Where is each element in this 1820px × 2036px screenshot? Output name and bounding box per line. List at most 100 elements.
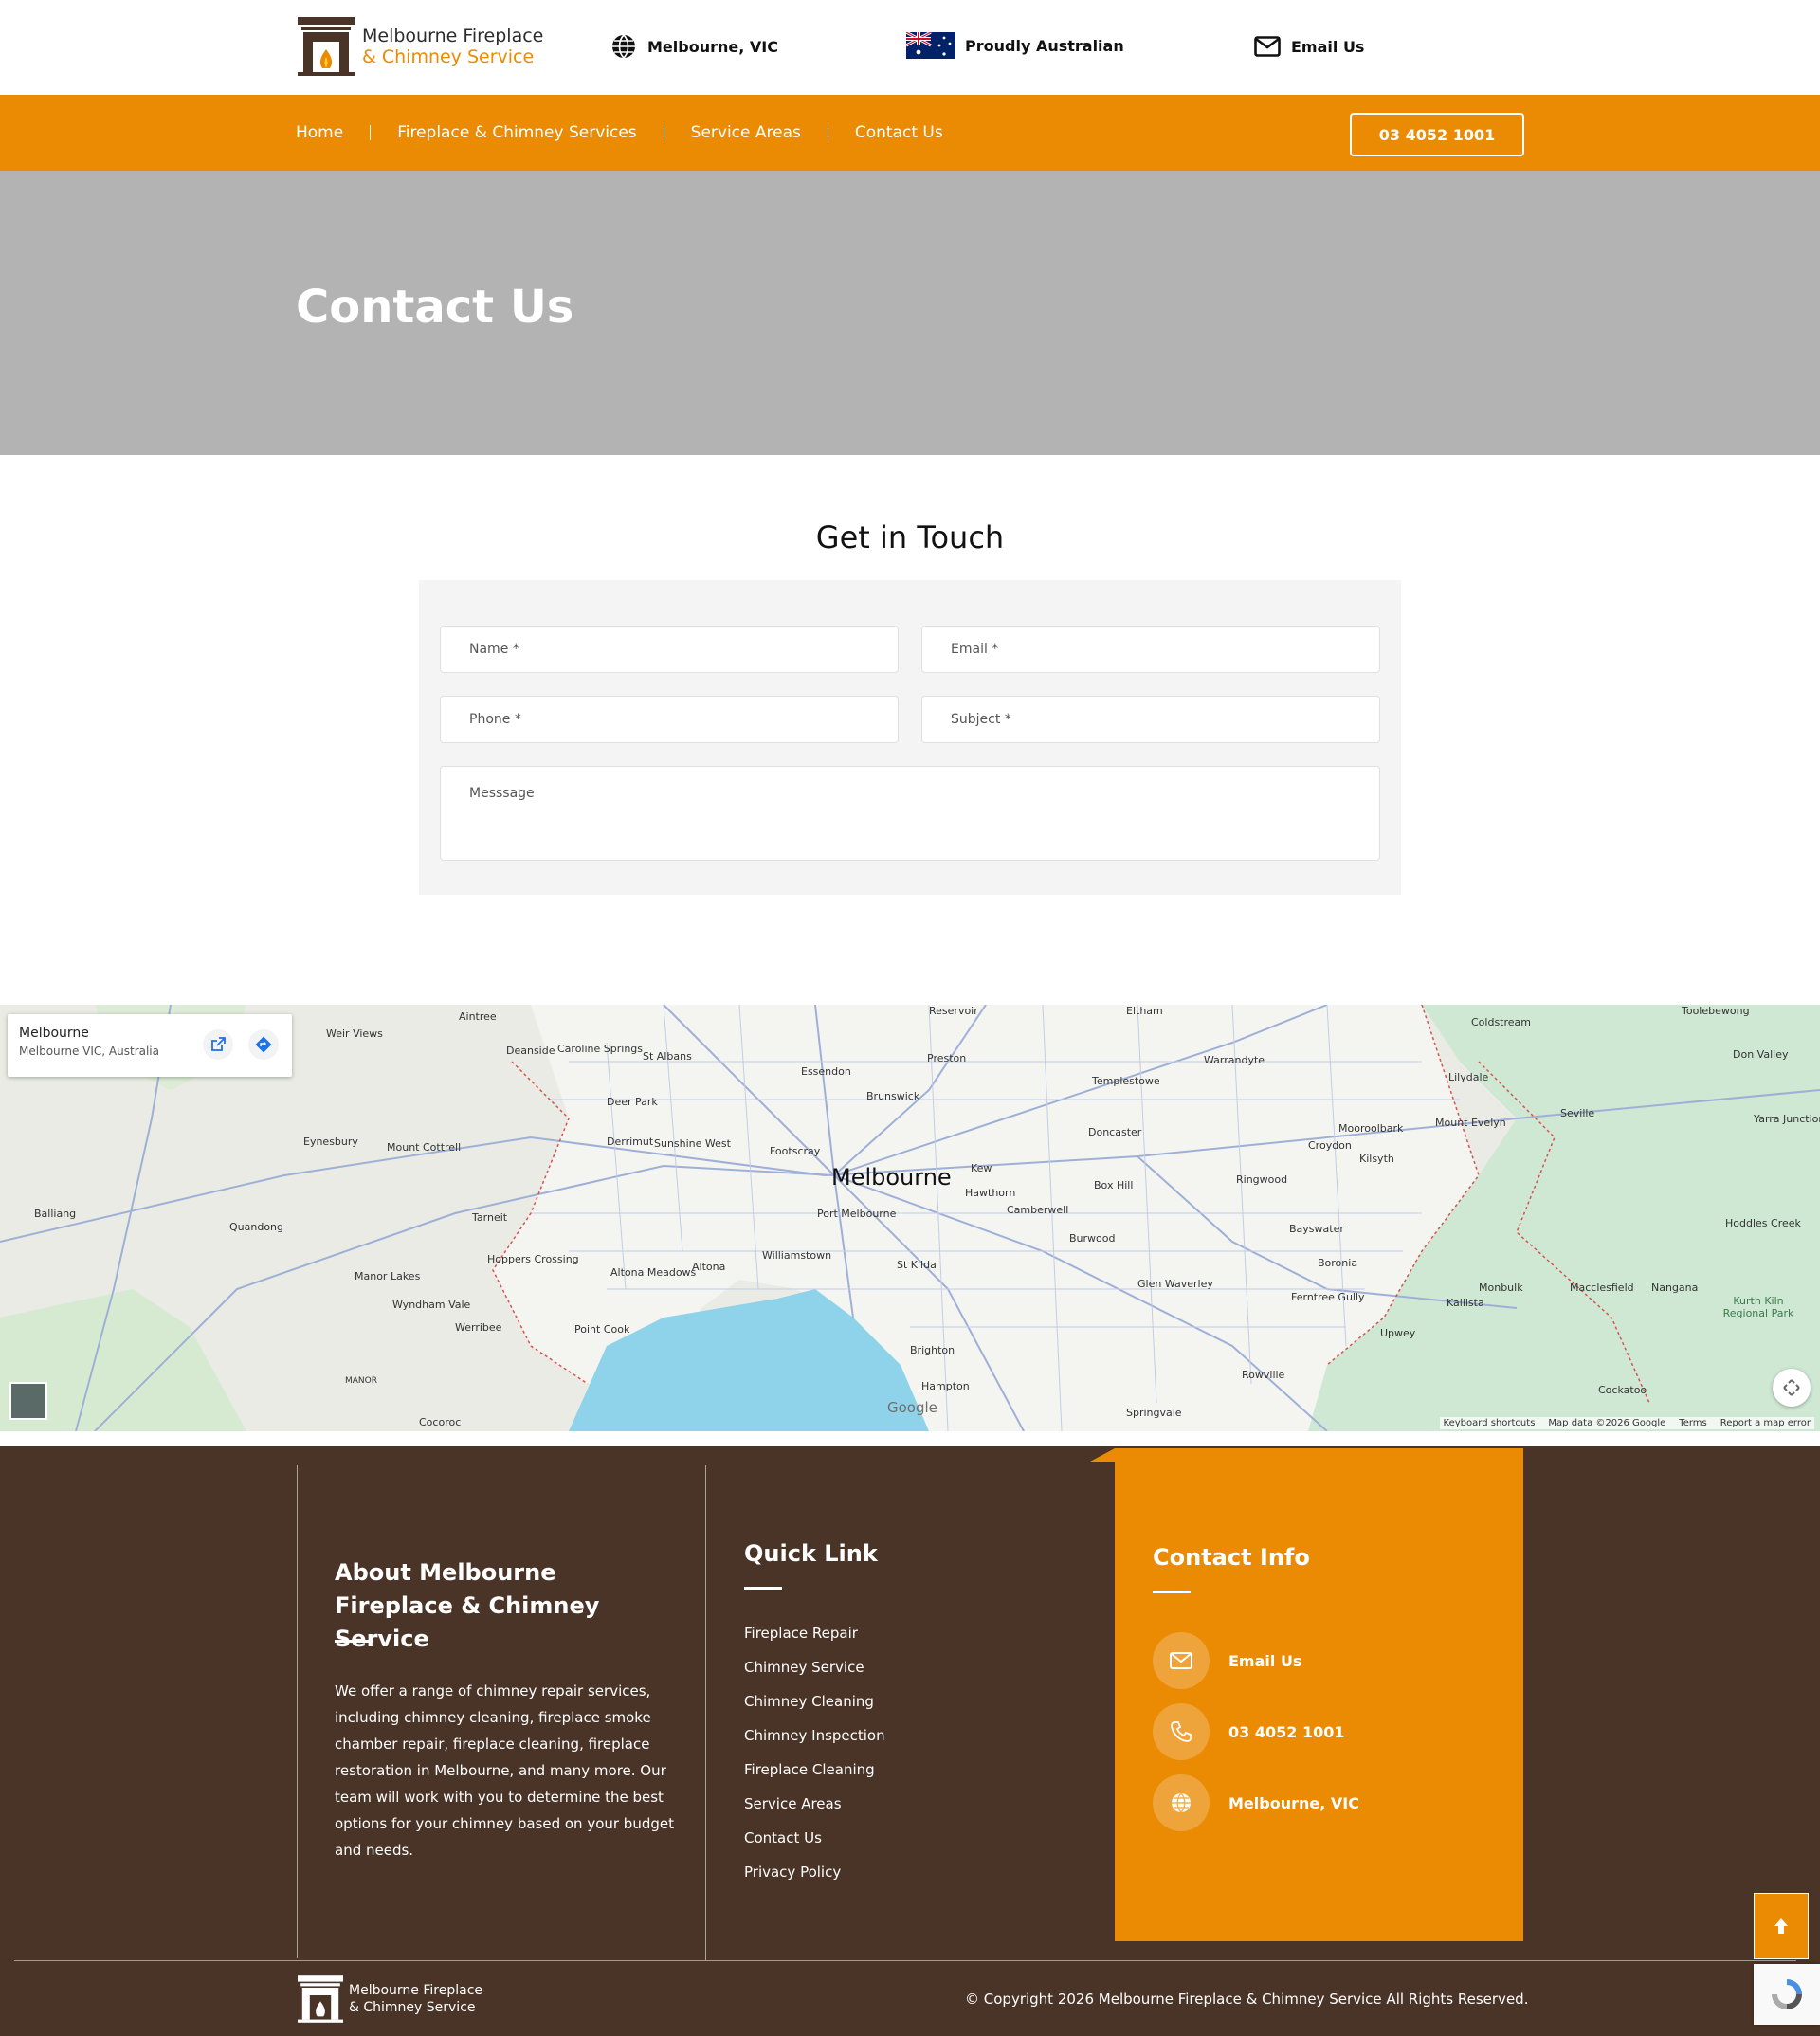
keyboard-shortcuts-link[interactable]: Keyboard shortcuts: [1444, 1418, 1536, 1428]
footer-link-fireplace-cleaning[interactable]: Fireplace Cleaning: [744, 1761, 875, 1778]
map-place: Sunshine West: [654, 1137, 731, 1150]
map-place: Manor Lakes: [355, 1270, 421, 1282]
fullscreen-icon[interactable]: [1773, 1369, 1811, 1407]
footer-link-service-areas[interactable]: Service Areas: [744, 1795, 842, 1812]
email-input[interactable]: Email *: [921, 626, 1380, 673]
recaptcha-badge[interactable]: [1754, 1964, 1820, 2025]
map-place: Brighton: [910, 1344, 956, 1356]
footer-link-chimney-service[interactable]: Chimney Service: [744, 1659, 864, 1676]
globe-icon: [610, 32, 638, 61]
map-place: Ringwood: [1236, 1173, 1288, 1186]
map-place: Williamstown: [762, 1249, 832, 1262]
logo-name-line1: Melbourne Fireplace: [362, 26, 544, 46]
map-city-label: Melbourne: [831, 1164, 952, 1191]
terms-link[interactable]: Terms: [1679, 1418, 1706, 1428]
heading-underline: [335, 1640, 373, 1643]
top-email-text[interactable]: Email Us: [1291, 38, 1364, 56]
map-place: Reservoir: [929, 1005, 978, 1017]
map-place: Caroline Springs: [557, 1043, 644, 1055]
map-place: St Albans: [643, 1050, 692, 1063]
heading-underline: [1153, 1591, 1191, 1593]
map-place: Upwey: [1380, 1327, 1416, 1339]
directions-icon[interactable]: [248, 1029, 279, 1060]
page-title: Contact Us: [296, 281, 574, 334]
map-place: Wyndham Vale: [392, 1299, 471, 1311]
mail-icon: [1253, 32, 1282, 61]
map-place: Deanside: [506, 1045, 555, 1057]
nav-home[interactable]: Home: [296, 123, 343, 142]
map-place: Hoppers Crossing: [487, 1253, 579, 1265]
map-place: Eltham: [1126, 1005, 1163, 1017]
open-in-maps-icon[interactable]: [203, 1029, 233, 1060]
contact-phone[interactable]: 03 4052 1001: [1153, 1703, 1344, 1760]
message-textarea[interactable]: Messsage: [440, 766, 1380, 861]
map-place: Kurth Kiln Regional Park: [1722, 1295, 1794, 1319]
report-error-link[interactable]: Report a map error: [1720, 1418, 1811, 1428]
map-place: Point Cook: [574, 1323, 630, 1336]
footer-link-chimney-inspection[interactable]: Chimney Inspection: [744, 1727, 885, 1744]
map-place: Camberwell: [1007, 1204, 1069, 1216]
footer-divider: [14, 1960, 1796, 1961]
top-location: Melbourne, VIC: [610, 32, 778, 61]
map-place: Mooroolbark: [1338, 1122, 1404, 1135]
map-place: Don Valley: [1733, 1048, 1789, 1061]
map-place: Derrimut: [607, 1136, 654, 1148]
site-logo[interactable]: Melbourne Fireplace & Chimney Service: [298, 17, 543, 76]
nav-services[interactable]: Fireplace & Chimney Services: [397, 123, 636, 142]
phone-button[interactable]: 03 4052 1001: [1350, 113, 1524, 156]
map-place: Port Melbourne: [817, 1208, 897, 1220]
footer-logo[interactable]: Melbourne Fireplace & Chimney Service: [298, 1975, 482, 2023]
top-bar: Melbourne Fireplace & Chimney Service Me…: [0, 0, 1820, 95]
map-place: Monbulk: [1479, 1282, 1523, 1294]
map-place: Box Hill: [1094, 1179, 1134, 1191]
nav-service-areas[interactable]: Service Areas: [691, 123, 801, 142]
back-to-top-button[interactable]: [1754, 1893, 1809, 1959]
map-place: Ferntree Gully: [1291, 1291, 1365, 1303]
map-place: Altona Meadows: [610, 1266, 697, 1279]
nav-contact[interactable]: Contact Us: [855, 123, 943, 142]
phone-input[interactable]: Phone *: [440, 696, 899, 743]
map-place: Seville: [1560, 1107, 1595, 1119]
main-nav: Home Fireplace & Chimney Services Servic…: [0, 95, 1820, 171]
map-place: Altona: [692, 1261, 726, 1273]
site-footer: About Melbourne Fireplace & Chimney Serv…: [0, 1446, 1820, 2036]
map-place: Macclesfield: [1570, 1282, 1634, 1294]
footer-link-privacy-policy[interactable]: Privacy Policy: [744, 1863, 841, 1881]
subject-input[interactable]: Subject *: [921, 696, 1380, 743]
map-place: Doncaster: [1088, 1126, 1142, 1138]
map-place: Aintree: [459, 1010, 497, 1023]
about-text: We offer a range of chimney repair servi…: [335, 1682, 674, 1859]
map-place: Hoddles Creek: [1725, 1217, 1801, 1229]
contact-phone-text[interactable]: 03 4052 1001: [1228, 1723, 1344, 1741]
footer-link-fireplace-repair[interactable]: Fireplace Repair: [744, 1625, 858, 1642]
map-place: Warrandyte: [1204, 1054, 1265, 1066]
map-place-card: Melbourne Melbourne VIC, Australia: [8, 1014, 292, 1077]
contact-info-box: Contact Info Email Us 03 4052 1001 Melbo…: [1115, 1448, 1523, 1941]
map-place: Boronia: [1318, 1257, 1358, 1269]
footer-link-chimney-cleaning[interactable]: Chimney Cleaning: [744, 1693, 874, 1710]
map-place: Mount Evelyn: [1435, 1117, 1506, 1129]
name-input[interactable]: Name *: [440, 626, 899, 673]
contact-email[interactable]: Email Us: [1153, 1632, 1301, 1689]
map-place: Essendon: [801, 1065, 851, 1078]
map-place: Kilsyth: [1359, 1153, 1394, 1165]
map-place: Brunswick: [866, 1090, 920, 1102]
map-place: Nangana: [1651, 1282, 1699, 1294]
map-data-text: Map data ©2026 Google: [1548, 1418, 1666, 1428]
contact-email-text[interactable]: Email Us: [1228, 1652, 1301, 1670]
map-place: Balliang: [34, 1208, 77, 1220]
top-location-text: Melbourne, VIC: [647, 37, 778, 56]
logo-name-line2: & Chimney Service: [362, 46, 535, 67]
footer-link-contact-us[interactable]: Contact Us: [744, 1829, 822, 1846]
top-proudly-text: Proudly Australian: [965, 36, 1124, 55]
arrow-up-icon: [1774, 1918, 1788, 1934]
form-title: Get in Touch: [815, 519, 1005, 555]
australia-flag-icon: [906, 32, 956, 59]
map-place: Cocoroc: [419, 1416, 462, 1428]
map-place: Eynesbury: [303, 1136, 358, 1148]
satellite-toggle[interactable]: [9, 1382, 47, 1420]
top-email[interactable]: Email Us: [1253, 32, 1364, 61]
google-map[interactable]: Melbourne Melbourne VIC, Australia Melbo…: [0, 1005, 1820, 1431]
contact-location: Melbourne, VIC: [1153, 1774, 1359, 1831]
map-place: Tarneit: [472, 1211, 508, 1224]
